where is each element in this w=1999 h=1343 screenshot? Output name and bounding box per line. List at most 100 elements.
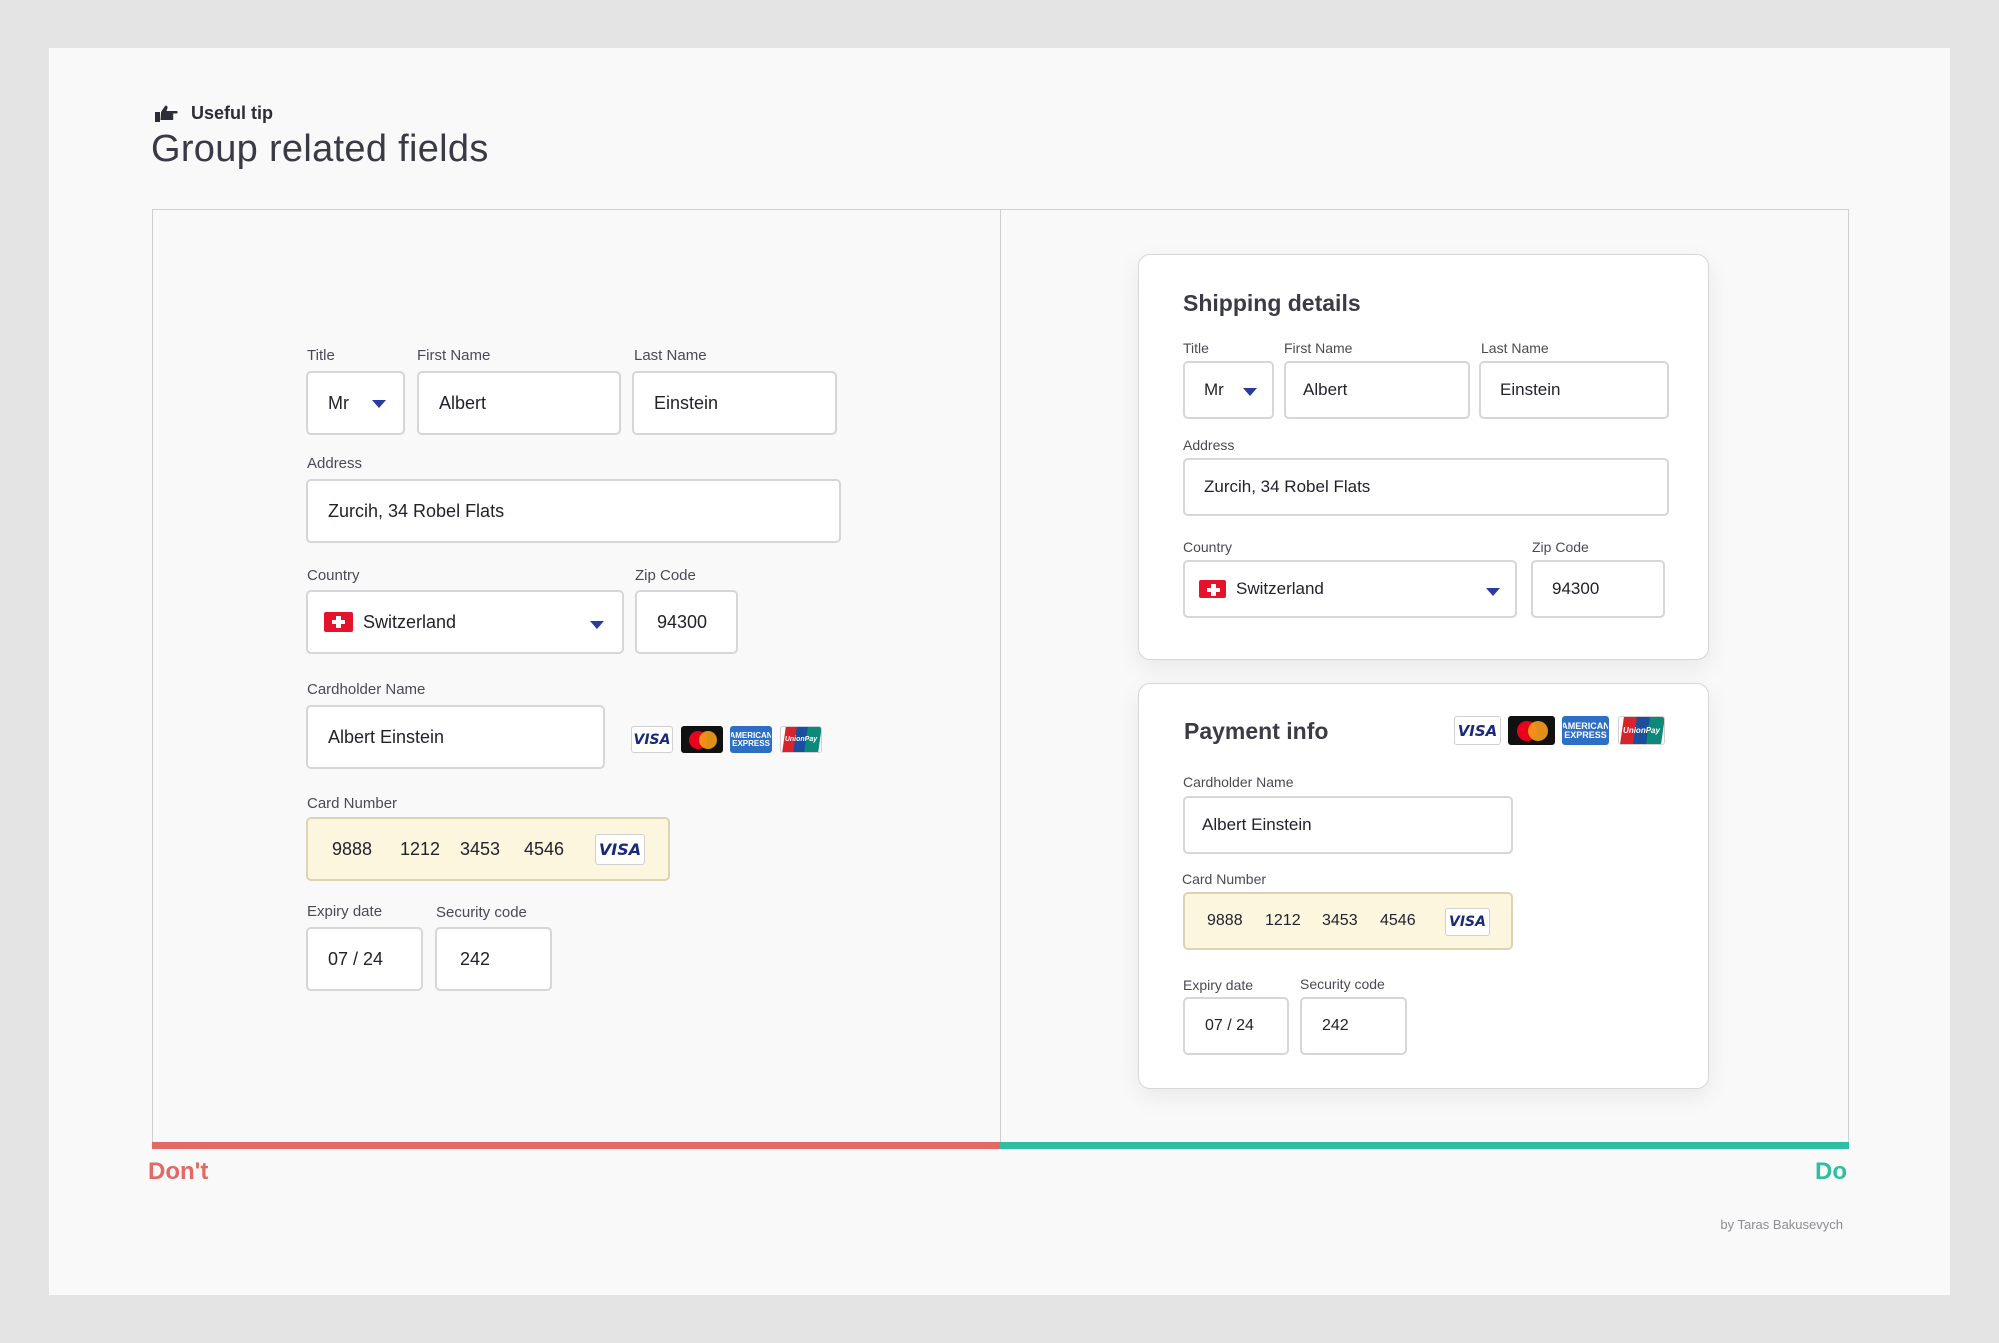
shipping-title: Shipping details <box>1183 290 1361 316</box>
amex-line2: EXPRESS <box>732 738 770 748</box>
expiry-label: Expiry date <box>1183 977 1254 993</box>
address-label: Address <box>1183 437 1235 453</box>
unionpay-logo-text: UnionPay <box>1623 726 1660 735</box>
cardholder-input[interactable]: Albert Einstein <box>306 705 605 769</box>
last-name-label: Last Name <box>634 347 707 364</box>
zip-input[interactable]: 94300 <box>635 590 738 654</box>
title-value: Mr <box>1204 380 1224 399</box>
address-value: Zurcih, 34 Robel Flats <box>328 500 505 521</box>
mastercard-circle-orange <box>699 731 717 749</box>
amex-logo-text: AMERICAN EXPRESS <box>1563 721 1608 740</box>
mastercard-logo-icon <box>681 726 723 753</box>
zip-input[interactable]: 94300 <box>1531 560 1665 618</box>
title-label: Title <box>1183 340 1209 356</box>
card-number-input[interactable]: 9888 1212 3453 4546 VISA <box>306 817 670 881</box>
expiry-label: Expiry date <box>307 903 383 920</box>
zip-label: Zip Code <box>1532 539 1589 555</box>
security-label: Security code <box>436 904 527 921</box>
dont-panel <box>152 209 1001 1147</box>
country-value: Switzerland <box>1236 579 1324 598</box>
swiss-flag-icon <box>1199 580 1226 598</box>
security-value: 242 <box>460 948 491 969</box>
payment-title: Payment info <box>1184 718 1329 744</box>
country-select[interactable]: Switzerland <box>1183 560 1517 618</box>
last-name-value: Einstein <box>654 392 719 413</box>
zip-label: Zip Code <box>635 567 696 584</box>
title-label: Title <box>307 347 335 364</box>
page-title: Group related fields <box>151 128 489 170</box>
security-input[interactable]: 242 <box>435 927 552 991</box>
cardholder-label: Cardholder Name <box>307 681 426 698</box>
cardholder-input[interactable]: Albert Einstein <box>1183 796 1513 854</box>
card-group-2: 1212 <box>1265 912 1301 929</box>
security-label: Security code <box>1300 976 1385 992</box>
title-select[interactable]: Mr <box>1183 361 1274 419</box>
address-input[interactable]: Zurcih, 34 Robel Flats <box>1183 458 1669 516</box>
dont-label: Don't <box>148 1158 209 1185</box>
security-value: 242 <box>1322 1017 1349 1034</box>
card-number-groups: 9888 1212 3453 4546 <box>1207 912 1435 930</box>
tip-label: Useful tip <box>191 103 274 123</box>
do-label: Do <box>1815 1158 1847 1185</box>
country-value: Switzerland <box>363 611 457 632</box>
visa-logo-text: VISA <box>1457 721 1498 740</box>
card-number-input[interactable]: 9888 1212 3453 4546 VISA <box>1183 892 1513 950</box>
visa-logo-text: VISA <box>1449 914 1486 930</box>
visa-logo-text: VISA <box>633 731 671 748</box>
visa-logo-text: VISA <box>598 840 642 859</box>
do-bar <box>1000 1142 1849 1149</box>
last-name-input[interactable]: Einstein <box>1479 361 1669 419</box>
address-input[interactable]: Zurcih, 34 Robel Flats <box>306 479 841 543</box>
cardholder-value: Albert Einstein <box>1202 815 1312 834</box>
visa-logo-icon: VISA <box>595 834 645 865</box>
card-number-groups: 9888 1212 3453 4546 <box>332 839 584 860</box>
first-name-label: First Name <box>417 347 491 364</box>
amex-logo-text: AMERICAN EXPRESS <box>731 731 771 748</box>
last-name-value: Einstein <box>1500 380 1561 399</box>
zip-value: 94300 <box>657 611 708 632</box>
last-name-input[interactable]: Einstein <box>632 371 837 435</box>
swiss-flag-icon <box>324 612 353 632</box>
expiry-value: 07 / 24 <box>328 948 384 969</box>
mastercard-logo-icon <box>1508 716 1555 745</box>
card-group-1: 9888 <box>1207 912 1243 929</box>
security-input[interactable]: 242 <box>1300 997 1407 1055</box>
card-group-3: 3453 <box>1322 912 1358 929</box>
visa-logo-icon: VISA <box>1454 716 1501 745</box>
visa-logo-icon: VISA <box>631 726 673 753</box>
first-name-label: First Name <box>1284 340 1353 356</box>
cardholder-value: Albert Einstein <box>328 726 445 747</box>
first-name-value: Albert <box>439 392 487 413</box>
card-group-3: 3453 <box>460 838 501 859</box>
card-group-2: 1212 <box>400 838 441 859</box>
first-name-input[interactable]: Albert <box>417 371 621 435</box>
cardholder-label: Cardholder Name <box>1183 774 1294 790</box>
card-group-1: 9888 <box>332 838 373 859</box>
amex-line2: EXPRESS <box>1564 729 1607 740</box>
author-credit: by Taras Bakusevych <box>1720 1217 1843 1232</box>
country-label: Country <box>1183 539 1233 555</box>
chevron-down-icon <box>1486 588 1500 596</box>
title-value: Mr <box>328 392 349 413</box>
expiry-value: 07 / 24 <box>1205 1017 1254 1034</box>
chevron-down-icon <box>590 621 604 629</box>
country-select[interactable]: Switzerland <box>306 590 624 654</box>
amex-logo-icon: AMERICAN EXPRESS <box>730 726 772 753</box>
amex-logo-icon: AMERICAN EXPRESS <box>1562 716 1609 745</box>
expiry-input[interactable]: 07 / 24 <box>1183 997 1289 1055</box>
pointing-hand-icon <box>155 105 178 122</box>
expiry-input[interactable]: 07 / 24 <box>306 927 423 991</box>
chevron-down-icon <box>1243 388 1257 396</box>
unionpay-logo-icon: UnionPay <box>1618 716 1665 745</box>
last-name-label: Last Name <box>1481 340 1549 356</box>
zip-value: 94300 <box>1552 579 1600 598</box>
first-name-input[interactable]: Albert <box>1284 361 1470 419</box>
title-select[interactable]: Mr <box>306 371 405 435</box>
first-name-value: Albert <box>1303 380 1348 399</box>
card-number-label: Card Number <box>307 795 398 812</box>
address-label: Address <box>307 455 363 472</box>
chevron-down-icon <box>372 400 386 408</box>
card-group-4: 4546 <box>524 838 565 859</box>
unionpay-logo-text: UnionPay <box>784 736 818 743</box>
card-group-4: 4546 <box>1380 912 1416 929</box>
